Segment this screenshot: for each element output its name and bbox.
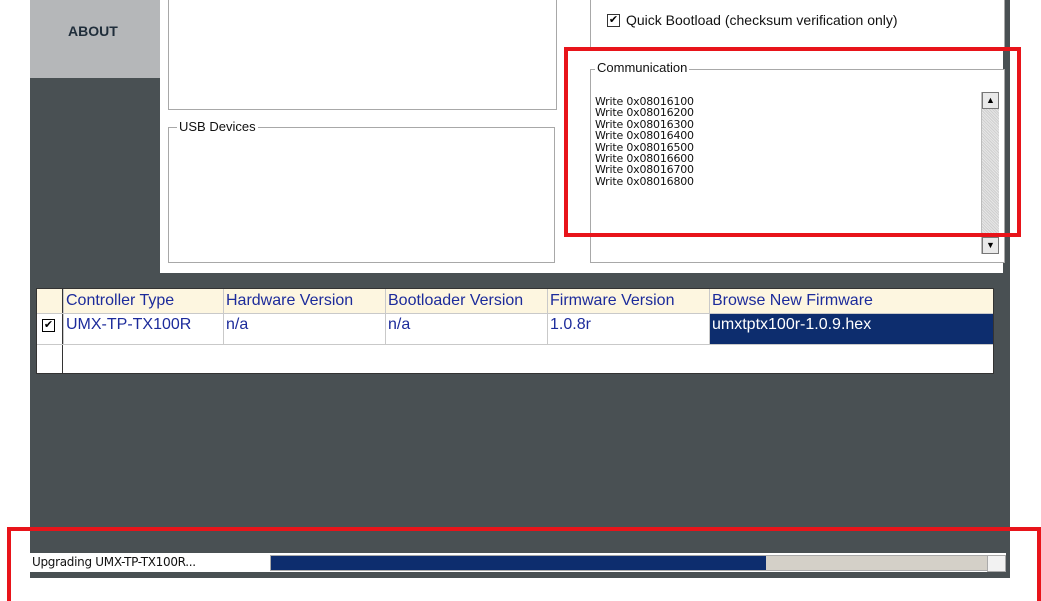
column-header-firmware-version[interactable]: Firmware Version <box>547 289 709 313</box>
cell-browse-firmware[interactable]: umxtptx100r-1.0.9.hex <box>709 314 993 344</box>
upgrade-progress-bar <box>270 555 990 571</box>
communication-scrollbar[interactable]: ▲ ▼ <box>981 92 999 254</box>
table-header: Controller Type Hardware Version Bootloa… <box>37 289 993 314</box>
scroll-up-button[interactable]: ▲ <box>982 92 999 109</box>
row-selector: ✔ <box>37 314 63 344</box>
cell-bootloader-version: n/a <box>385 314 547 344</box>
quick-bootload-label: Quick Bootload (checksum verification on… <box>626 12 898 28</box>
row-select-header <box>37 289 63 313</box>
arrow-down-icon: ▼ <box>986 240 995 250</box>
column-header-controller-type[interactable]: Controller Type <box>63 289 223 313</box>
status-text: Upgrading UMX-TP-TX100R... <box>32 555 196 569</box>
column-header-hardware-version[interactable]: Hardware Version <box>223 289 385 313</box>
usb-devices-group: USB Devices <box>168 119 555 263</box>
new-row-selector <box>37 345 63 373</box>
column-header-browse-firmware[interactable]: Browse New Firmware <box>709 289 993 313</box>
cell-hardware-version: n/a <box>223 314 385 344</box>
progress-fill <box>271 556 767 570</box>
column-header-bootloader-version[interactable]: Bootloader Version <box>385 289 547 313</box>
log-line: Write 0x08016400 <box>595 129 694 143</box>
cell-controller-type: UMX-TP-TX100R <box>63 314 223 344</box>
communication-log[interactable]: Write 0x08016100 Write 0x08016200 Write 0x… <box>595 96 980 256</box>
sidebar-item-about[interactable]: ABOUT <box>30 0 160 78</box>
status-bar-grip <box>987 555 1006 572</box>
device-list-box <box>168 0 557 110</box>
row-checkbox[interactable]: ✔ <box>42 319 55 332</box>
status-bar: Upgrading UMX-TP-TX100R... <box>30 553 1006 572</box>
communication-group: Communication Write 0x08016100 Write 0x08… <box>590 60 1005 263</box>
quick-bootload-checkbox[interactable]: ✔ <box>607 14 620 27</box>
check-icon: ✔ <box>608 14 619 26</box>
sidebar-item-label: ABOUT <box>68 23 118 39</box>
cell-firmware-version: 1.0.8r <box>547 314 709 344</box>
usb-devices-legend: USB Devices <box>177 119 258 134</box>
table-row[interactable]: ✔ UMX-TP-TX100R n/a n/a 1.0.8r umxtptx10… <box>37 314 993 345</box>
device-panel: USB Devices ✔ Quick Bootload (checksum v… <box>160 0 1005 273</box>
arrow-up-icon: ▲ <box>986 95 995 105</box>
scroll-down-button[interactable]: ▼ <box>982 237 999 254</box>
log-line: Write 0x08016800 <box>595 174 694 188</box>
device-table: Controller Type Hardware Version Bootloa… <box>36 288 994 374</box>
communication-legend: Communication <box>595 60 690 75</box>
options-group: ✔ Quick Bootload (checksum verification … <box>590 0 1005 49</box>
check-icon: ✔ <box>43 319 54 331</box>
